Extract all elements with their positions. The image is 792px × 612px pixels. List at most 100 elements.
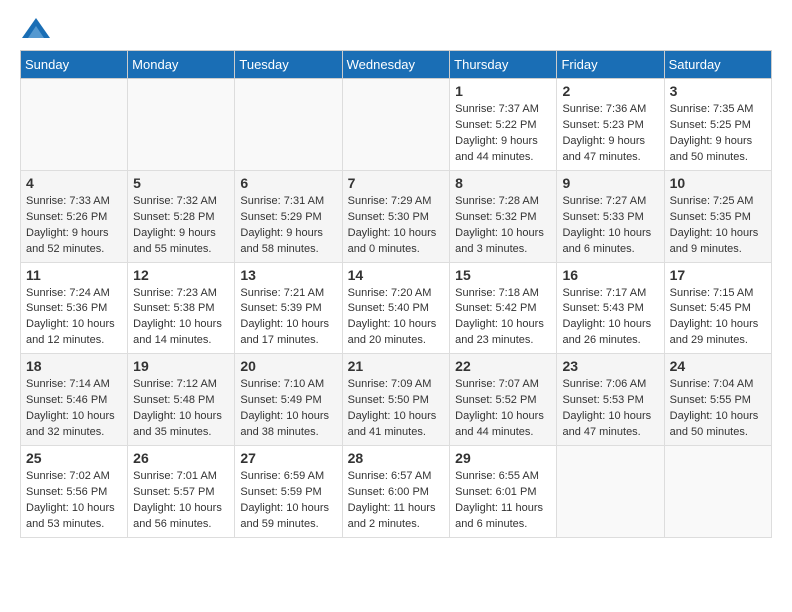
day-number: 28 <box>348 450 445 466</box>
calendar-cell: 12 Sunrise: 7:23 AMSunset: 5:38 PMDayligh… <box>128 262 235 354</box>
day-number: 29 <box>455 450 551 466</box>
calendar-week-row: 4 Sunrise: 7:33 AMSunset: 5:26 PMDaylight… <box>21 170 772 262</box>
day-number: 10 <box>670 175 766 191</box>
logo-icon <box>22 18 50 38</box>
day-info: Sunrise: 7:01 AMSunset: 5:57 PMDaylight:… <box>133 469 229 533</box>
day-number: 11 <box>26 267 122 283</box>
calendar-cell: 28 Sunrise: 6:57 AMSunset: 6:00 PMDayligh… <box>342 446 450 538</box>
calendar-header-row: SundayMondayTuesdayWednesdayThursdayFrid… <box>21 51 772 79</box>
logo <box>20 20 50 40</box>
day-number: 3 <box>670 83 766 99</box>
day-info: Sunrise: 7:07 AMSunset: 5:52 PMDaylight:… <box>455 377 551 441</box>
day-number: 26 <box>133 450 229 466</box>
weekday-header: Thursday <box>450 51 557 79</box>
calendar-cell: 14 Sunrise: 7:20 AMSunset: 5:40 PMDayligh… <box>342 262 450 354</box>
day-info: Sunrise: 7:25 AMSunset: 5:35 PMDaylight:… <box>670 194 766 258</box>
day-number: 9 <box>562 175 658 191</box>
calendar-cell: 1 Sunrise: 7:37 AMSunset: 5:22 PMDaylight… <box>450 79 557 171</box>
day-number: 7 <box>348 175 445 191</box>
calendar-cell: 23 Sunrise: 7:06 AMSunset: 5:53 PMDayligh… <box>557 354 664 446</box>
day-info: Sunrise: 7:35 AMSunset: 5:25 PMDaylight:… <box>670 102 766 166</box>
calendar-cell <box>664 446 771 538</box>
weekday-header: Friday <box>557 51 664 79</box>
day-info: Sunrise: 6:55 AMSunset: 6:01 PMDaylight:… <box>455 469 551 533</box>
day-info: Sunrise: 7:36 AMSunset: 5:23 PMDaylight:… <box>562 102 658 166</box>
calendar-cell <box>557 446 664 538</box>
calendar-cell: 26 Sunrise: 7:01 AMSunset: 5:57 PMDayligh… <box>128 446 235 538</box>
calendar-cell: 6 Sunrise: 7:31 AMSunset: 5:29 PMDaylight… <box>235 170 342 262</box>
calendar-cell: 15 Sunrise: 7:18 AMSunset: 5:42 PMDayligh… <box>450 262 557 354</box>
calendar-cell: 25 Sunrise: 7:02 AMSunset: 5:56 PMDayligh… <box>21 446 128 538</box>
day-number: 1 <box>455 83 551 99</box>
calendar-cell: 22 Sunrise: 7:07 AMSunset: 5:52 PMDayligh… <box>450 354 557 446</box>
day-number: 8 <box>455 175 551 191</box>
calendar-week-row: 11 Sunrise: 7:24 AMSunset: 5:36 PMDayligh… <box>21 262 772 354</box>
day-number: 20 <box>240 358 336 374</box>
calendar-cell: 20 Sunrise: 7:10 AMSunset: 5:49 PMDayligh… <box>235 354 342 446</box>
calendar-cell: 24 Sunrise: 7:04 AMSunset: 5:55 PMDayligh… <box>664 354 771 446</box>
day-info: Sunrise: 7:04 AMSunset: 5:55 PMDaylight:… <box>670 377 766 441</box>
day-number: 15 <box>455 267 551 283</box>
day-number: 12 <box>133 267 229 283</box>
calendar-cell <box>342 79 450 171</box>
day-info: Sunrise: 7:29 AMSunset: 5:30 PMDaylight:… <box>348 194 445 258</box>
calendar-cell: 7 Sunrise: 7:29 AMSunset: 5:30 PMDaylight… <box>342 170 450 262</box>
day-number: 21 <box>348 358 445 374</box>
day-number: 18 <box>26 358 122 374</box>
day-number: 17 <box>670 267 766 283</box>
calendar-cell: 21 Sunrise: 7:09 AMSunset: 5:50 PMDayligh… <box>342 354 450 446</box>
calendar-cell: 4 Sunrise: 7:33 AMSunset: 5:26 PMDaylight… <box>21 170 128 262</box>
day-number: 23 <box>562 358 658 374</box>
day-number: 22 <box>455 358 551 374</box>
calendar-cell: 13Sunrise: 7:21 AMSunset: 5:39 PMDayligh… <box>235 262 342 354</box>
day-info: Sunrise: 7:27 AMSunset: 5:33 PMDaylight:… <box>562 194 658 258</box>
weekday-header: Saturday <box>664 51 771 79</box>
day-info: Sunrise: 7:24 AMSunset: 5:36 PMDaylight:… <box>26 286 122 350</box>
day-number: 16 <box>562 267 658 283</box>
day-info: Sunrise: 7:33 AMSunset: 5:26 PMDaylight:… <box>26 194 122 258</box>
calendar-cell: 19 Sunrise: 7:12 AMSunset: 5:48 PMDayligh… <box>128 354 235 446</box>
calendar-cell <box>235 79 342 171</box>
calendar-table: SundayMondayTuesdayWednesdayThursdayFrid… <box>20 50 772 538</box>
day-info: Sunrise: 7:12 AMSunset: 5:48 PMDaylight:… <box>133 377 229 441</box>
day-number: 2 <box>562 83 658 99</box>
day-info: Sunrise: 7:32 AMSunset: 5:28 PMDaylight:… <box>133 194 229 258</box>
calendar-cell: 2 Sunrise: 7:36 AMSunset: 5:23 PMDaylight… <box>557 79 664 171</box>
weekday-header: Wednesday <box>342 51 450 79</box>
calendar-cell: 16 Sunrise: 7:17 AMSunset: 5:43 PMDayligh… <box>557 262 664 354</box>
calendar-cell: 11 Sunrise: 7:24 AMSunset: 5:36 PMDayligh… <box>21 262 128 354</box>
day-number: 6 <box>240 175 336 191</box>
day-info: Sunrise: 7:31 AMSunset: 5:29 PMDaylight:… <box>240 194 336 258</box>
day-info: Sunrise: 7:09 AMSunset: 5:50 PMDaylight:… <box>348 377 445 441</box>
calendar-cell: 5 Sunrise: 7:32 AMSunset: 5:28 PMDaylight… <box>128 170 235 262</box>
calendar-cell: 8 Sunrise: 7:28 AMSunset: 5:32 PMDaylight… <box>450 170 557 262</box>
day-number: 13 <box>240 267 336 283</box>
calendar-cell <box>128 79 235 171</box>
day-info: Sunrise: 7:17 AMSunset: 5:43 PMDaylight:… <box>562 286 658 350</box>
page-header <box>20 20 772 40</box>
day-info: Sunrise: 7:37 AMSunset: 5:22 PMDaylight:… <box>455 102 551 166</box>
calendar-cell: 29 Sunrise: 6:55 AMSunset: 6:01 PMDayligh… <box>450 446 557 538</box>
calendar-cell <box>21 79 128 171</box>
day-number: 19 <box>133 358 229 374</box>
day-info: Sunrise: 7:14 AMSunset: 5:46 PMDaylight:… <box>26 377 122 441</box>
day-info: Sunrise: 6:59 AMSunset: 5:59 PMDaylight:… <box>240 469 336 533</box>
day-info: Sunrise: 7:02 AMSunset: 5:56 PMDaylight:… <box>26 469 122 533</box>
weekday-header: Monday <box>128 51 235 79</box>
day-number: 24 <box>670 358 766 374</box>
day-number: 25 <box>26 450 122 466</box>
weekday-header: Tuesday <box>235 51 342 79</box>
day-info: Sunrise: 7:10 AMSunset: 5:49 PMDaylight:… <box>240 377 336 441</box>
calendar-week-row: 18 Sunrise: 7:14 AMSunset: 5:46 PMDayligh… <box>21 354 772 446</box>
day-number: 14 <box>348 267 445 283</box>
day-info: Sunrise: 7:18 AMSunset: 5:42 PMDaylight:… <box>455 286 551 350</box>
day-info: Sunrise: 7:28 AMSunset: 5:32 PMDaylight:… <box>455 194 551 258</box>
day-info: Sunrise: 7:20 AMSunset: 5:40 PMDaylight:… <box>348 286 445 350</box>
calendar-cell: 9 Sunrise: 7:27 AMSunset: 5:33 PMDaylight… <box>557 170 664 262</box>
day-number: 4 <box>26 175 122 191</box>
day-info: Sunrise: 6:57 AMSunset: 6:00 PMDaylight:… <box>348 469 445 533</box>
calendar-week-row: 25 Sunrise: 7:02 AMSunset: 5:56 PMDayligh… <box>21 446 772 538</box>
day-number: 5 <box>133 175 229 191</box>
day-info: Sunrise: 7:06 AMSunset: 5:53 PMDaylight:… <box>562 377 658 441</box>
day-info: Sunrise: 7:23 AMSunset: 5:38 PMDaylight:… <box>133 286 229 350</box>
